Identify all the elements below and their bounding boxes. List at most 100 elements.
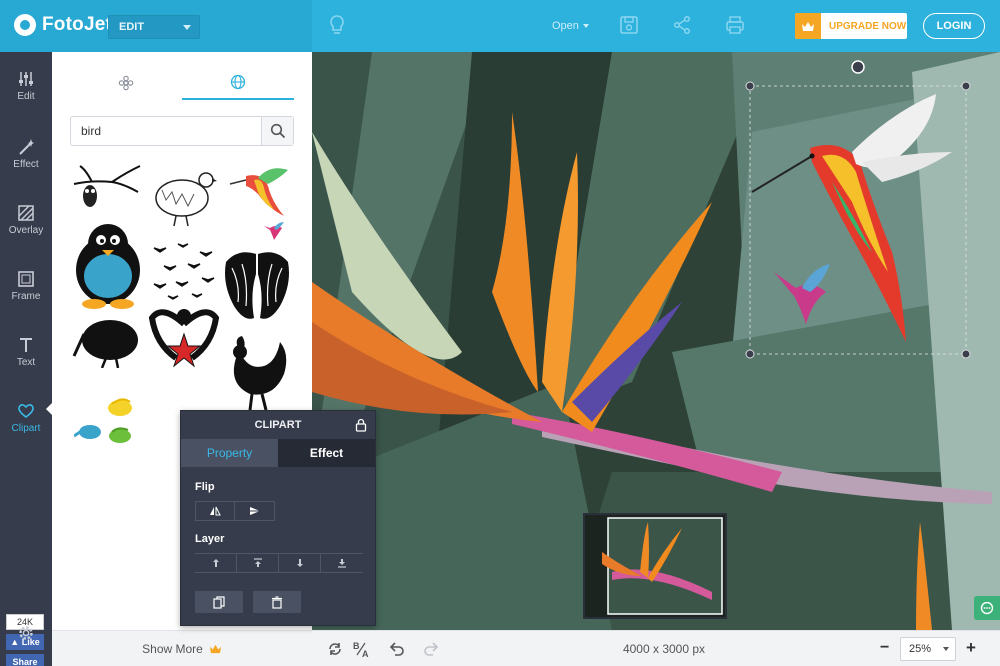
clipart-kiwi[interactable] xyxy=(72,314,142,368)
rail-item-edit[interactable]: Edit xyxy=(0,70,52,130)
flip-label: Flip xyxy=(195,481,215,493)
layer-label: Layer xyxy=(195,533,225,545)
overlay-icon xyxy=(18,205,34,221)
arrow-down-icon xyxy=(296,559,303,567)
tab-property[interactable]: Property xyxy=(181,439,278,467)
flip-vertical-button[interactable] xyxy=(235,502,274,520)
clipart-wings[interactable] xyxy=(220,244,294,328)
left-tool-rail: Edit Effect Overlay Frame Text Clipart 2… xyxy=(0,52,52,666)
search-button[interactable] xyxy=(261,117,293,145)
flip-vertical-icon xyxy=(249,507,260,515)
chevron-down-icon xyxy=(943,647,949,651)
mode-dropdown[interactable]: EDIT xyxy=(108,15,200,39)
panel-title-text: CLIPART xyxy=(254,419,302,431)
zoom-in-button[interactable]: + xyxy=(966,638,976,658)
clipart-hen[interactable] xyxy=(146,160,218,228)
magic-wand-icon xyxy=(19,139,34,155)
clipart-small-hummingbird[interactable] xyxy=(262,220,286,244)
lightbulb-icon[interactable] xyxy=(328,14,346,38)
clipart-flock-silhouettes[interactable] xyxy=(148,238,220,302)
property-tabs: Property Effect xyxy=(181,439,375,467)
app-name: FotoJet xyxy=(42,14,113,35)
arrow-to-top-icon xyxy=(253,558,262,567)
flip-controls xyxy=(195,501,275,521)
fotojet-logo[interactable]: FotoJet xyxy=(14,14,112,36)
panel-title: CLIPART xyxy=(181,411,375,439)
copy-icon xyxy=(213,595,225,609)
print-icon[interactable] xyxy=(725,15,745,35)
flower-icon xyxy=(118,75,134,91)
editing-canvas[interactable] xyxy=(312,52,1000,630)
clipart-source-tabs xyxy=(70,66,294,100)
show-more-label: Show More xyxy=(142,641,203,656)
rail-label-edit: Edit xyxy=(17,91,35,102)
show-more-button[interactable]: Show More xyxy=(52,630,312,666)
image-dimensions: 4000 x 3000 px xyxy=(622,642,706,656)
clipart-rooster[interactable] xyxy=(220,334,294,412)
clipart-owl-branch[interactable] xyxy=(72,162,142,214)
rail-label-effect: Effect xyxy=(13,159,39,170)
sliders-icon xyxy=(19,72,33,86)
send-backward-button[interactable] xyxy=(279,554,321,572)
clipart-cartoon-birds[interactable] xyxy=(74,398,140,450)
photo-bird-of-paradise xyxy=(312,52,1000,630)
open-menu[interactable]: Open xyxy=(552,20,589,32)
clipart-penguin[interactable] xyxy=(72,220,144,310)
bring-to-front-button[interactable] xyxy=(237,554,279,572)
zoom-value: 25% xyxy=(909,643,932,655)
chevron-down-icon xyxy=(183,25,191,30)
delete-button[interactable] xyxy=(253,591,301,613)
heart-icon xyxy=(18,404,34,418)
rail-label-clipart: Clipart xyxy=(11,423,41,434)
text-icon xyxy=(20,338,32,352)
arrow-up-icon xyxy=(212,559,219,567)
send-to-back-button[interactable] xyxy=(321,554,363,572)
tab-builtin-clipart[interactable] xyxy=(70,66,182,100)
rail-item-effect[interactable]: Effect xyxy=(0,138,52,198)
bottom-toolbar: B A 4000 x 3000 px − 25% + xyxy=(312,630,1000,666)
login-button[interactable]: LOGIN xyxy=(923,13,985,39)
zoom-dropdown[interactable]: 25% xyxy=(900,637,956,661)
duplicate-button[interactable] xyxy=(195,591,243,613)
clipart-search xyxy=(70,116,294,146)
globe-icon xyxy=(230,74,246,90)
upgrade-button[interactable]: UPGRADE NOW xyxy=(795,13,907,39)
frame-icon xyxy=(18,271,34,287)
tab-online-clipart[interactable] xyxy=(182,66,294,100)
top-toolbar: FotoJet EDIT Open UPGRADE NOW LOGIN xyxy=(0,0,1000,52)
crown-icon xyxy=(209,644,221,653)
arrow-to-bottom-icon xyxy=(338,559,346,568)
lock-icon[interactable] xyxy=(355,418,367,432)
search-input[interactable] xyxy=(71,117,261,145)
rail-label-overlay: Overlay xyxy=(8,225,44,236)
clipart-eagle-star[interactable] xyxy=(148,304,220,374)
facebook-share-button[interactable]: Share xyxy=(6,654,44,666)
chat-icon xyxy=(980,601,994,614)
open-label: Open xyxy=(552,20,579,32)
clipart-hummingbird[interactable] xyxy=(228,164,292,222)
rail-item-clipart[interactable]: Clipart xyxy=(0,402,52,462)
share-icon[interactable] xyxy=(672,15,692,35)
trash-icon xyxy=(272,595,282,609)
bring-forward-button[interactable] xyxy=(195,554,237,572)
rail-label-frame: Frame xyxy=(11,291,41,302)
zoom-out-button[interactable]: − xyxy=(880,639,889,657)
crown-icon xyxy=(795,13,821,39)
layer-controls xyxy=(195,553,363,573)
logo-icon xyxy=(14,14,36,36)
rail-item-text[interactable]: Text xyxy=(0,336,52,396)
rail-item-overlay[interactable]: Overlay xyxy=(0,204,52,264)
rail-item-frame[interactable]: Frame xyxy=(0,270,52,330)
mode-label: EDIT xyxy=(119,21,145,33)
rail-label-text: Text xyxy=(16,357,36,368)
save-icon[interactable] xyxy=(619,15,639,35)
chat-button[interactable] xyxy=(974,596,1000,620)
clipart-properties-panel: CLIPART Property Effect Flip Layer xyxy=(180,410,376,626)
gear-icon[interactable] xyxy=(17,624,35,642)
flip-horizontal-icon xyxy=(210,506,221,516)
tab-effect[interactable]: Effect xyxy=(278,439,375,467)
search-icon xyxy=(270,123,285,139)
chevron-down-icon xyxy=(582,24,589,29)
flip-horizontal-button[interactable] xyxy=(196,502,235,520)
upgrade-label: UPGRADE NOW xyxy=(829,20,907,32)
